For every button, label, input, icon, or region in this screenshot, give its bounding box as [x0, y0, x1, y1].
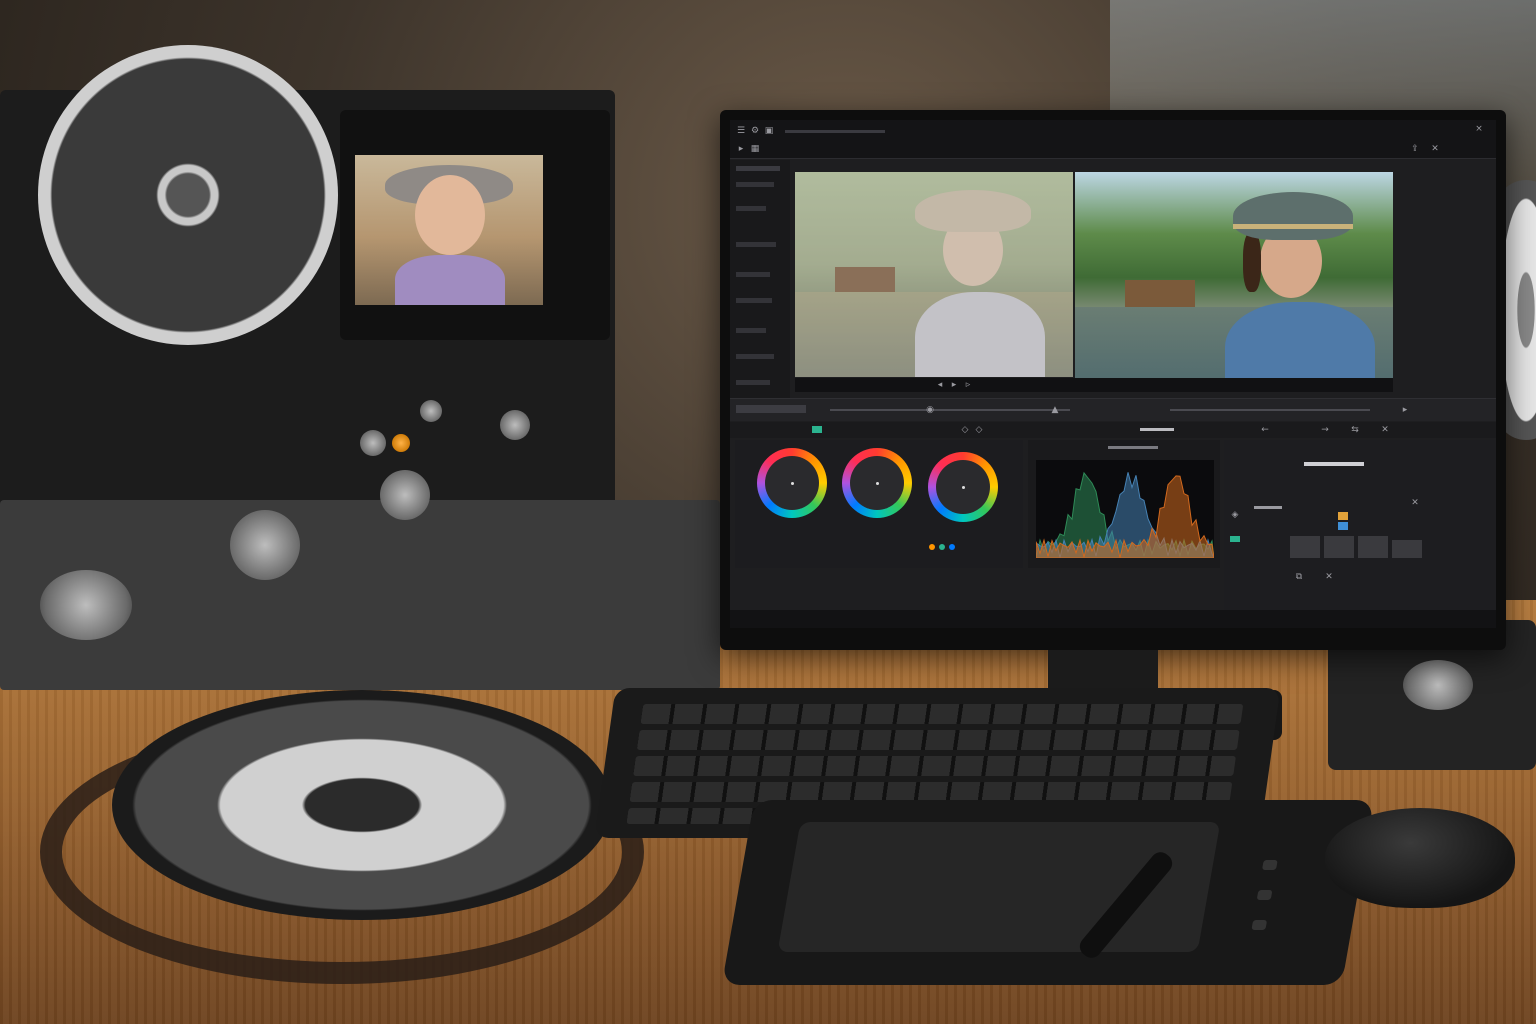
play-icon[interactable]: ▸ — [736, 144, 746, 154]
viewer-before[interactable] — [795, 172, 1073, 377]
swatch-orange[interactable] — [929, 544, 935, 550]
timeline-bar: ◉ ▲ ▸ — [730, 398, 1496, 421]
color-grading-app: ☰ ⚙ ▣ ▸ ▦ ⇪ ✕ × ◂ ▸ ▹ ◉ ▲ ▸ ◇ ◇ ← → ⇆ ✕ … — [730, 120, 1496, 628]
media-panel — [730, 160, 790, 400]
hat-band — [1233, 224, 1353, 229]
scopes-panel — [1028, 440, 1220, 568]
toggle-icon[interactable] — [1230, 536, 1240, 542]
inspector-panel: ✕ ◈ ⧉ ✕ — [1224, 440, 1496, 610]
viewer-transport: ◂ ▸ ▹ — [795, 378, 1393, 392]
key-row[interactable] — [633, 756, 1236, 776]
media-item[interactable] — [736, 206, 766, 211]
media-item[interactable] — [736, 242, 776, 247]
control-dial[interactable] — [1403, 660, 1473, 710]
scanner-amber-light — [392, 434, 410, 452]
media-item[interactable] — [736, 354, 774, 359]
inspector-label — [1254, 506, 1282, 509]
timeline-clip[interactable] — [736, 405, 806, 413]
share-icon[interactable]: ⇪ — [1410, 144, 1420, 154]
preset-slot[interactable] — [1392, 540, 1422, 558]
node-icon[interactable]: ◇ — [960, 425, 970, 435]
swatch-blue[interactable] — [949, 544, 955, 550]
scope-title — [1108, 446, 1158, 449]
tab-label[interactable] — [1140, 428, 1174, 431]
media-item[interactable] — [736, 182, 774, 187]
mouse[interactable] — [1325, 808, 1515, 908]
preset-slot[interactable] — [1324, 536, 1354, 558]
menu-icon[interactable]: ☰ — [736, 126, 746, 136]
tablet-button[interactable] — [1256, 890, 1273, 900]
zoom-icon[interactable]: ▸ — [1400, 405, 1410, 415]
media-item[interactable] — [736, 298, 772, 303]
grid-icon[interactable]: ▦ — [750, 144, 760, 154]
panel-tabs: ◇ ◇ ← → ⇆ ✕ — [730, 422, 1496, 438]
close-icon[interactable]: ✕ — [1410, 498, 1420, 508]
lift-wheel-puck[interactable] — [791, 482, 794, 485]
inspector-title — [1304, 462, 1364, 466]
settings-icon[interactable]: ⚙ — [750, 126, 760, 136]
color-wheels-panel — [735, 440, 1023, 568]
key-row[interactable] — [629, 782, 1233, 802]
preview-shirt — [395, 255, 505, 305]
arrow-right-icon[interactable]: → — [1320, 425, 1330, 435]
tab-active[interactable] — [812, 426, 822, 433]
scanner-preview-screen — [355, 155, 543, 305]
close-icon[interactable]: ✕ — [1430, 144, 1440, 154]
status-bar — [730, 610, 1496, 628]
scanner-roller — [380, 470, 430, 520]
media-item[interactable] — [736, 166, 780, 171]
timeline-scrubber[interactable] — [830, 409, 1070, 411]
window-close-icon[interactable]: × — [1474, 124, 1484, 134]
tablet-button[interactable] — [1261, 860, 1278, 870]
split-icon[interactable]: ⇆ — [1350, 425, 1360, 435]
viewer-after[interactable] — [1075, 172, 1393, 392]
film-reel-icon — [38, 45, 338, 345]
scanner-knob[interactable] — [500, 410, 530, 440]
background-hut — [1125, 280, 1195, 308]
person-hat — [1233, 192, 1353, 240]
preset-slot[interactable] — [1358, 536, 1388, 558]
scope-chart — [1036, 471, 1214, 558]
swatch-teal[interactable] — [939, 544, 945, 550]
gamma-wheel-puck[interactable] — [876, 482, 879, 485]
pen-tablet[interactable] — [721, 800, 1375, 985]
timeline-scrubber[interactable] — [1170, 409, 1370, 411]
key-row[interactable] — [640, 704, 1244, 724]
person-hair — [1243, 232, 1261, 292]
media-item[interactable] — [736, 380, 770, 385]
media-item[interactable] — [736, 328, 766, 333]
gain-wheel-puck[interactable] — [962, 486, 965, 489]
waveform-scope — [1036, 460, 1214, 558]
marker-icon[interactable]: ▲ — [1050, 405, 1060, 415]
layer-icon[interactable]: ◈ — [1230, 510, 1240, 520]
color-chip-icon[interactable] — [1338, 512, 1348, 520]
key-row[interactable] — [636, 730, 1240, 750]
preset-slot[interactable] — [1290, 536, 1320, 558]
arrow-left-icon[interactable]: ← — [1260, 425, 1270, 435]
media-item[interactable] — [736, 272, 770, 277]
progress-track — [785, 130, 885, 133]
scan-haze — [795, 172, 1073, 377]
compare-icon[interactable]: ⧉ — [1294, 572, 1304, 582]
scanner-knob[interactable] — [360, 430, 386, 456]
app-toolbar: ☰ ⚙ ▣ ▸ ▦ ⇪ ✕ × — [730, 120, 1496, 159]
prev-frame-icon[interactable]: ◂ — [935, 380, 945, 390]
film-reel-icon — [112, 690, 612, 920]
node-icon[interactable]: ◇ — [974, 425, 984, 435]
close-icon[interactable]: ✕ — [1380, 425, 1390, 435]
scanner-capstan — [230, 510, 300, 580]
folder-icon[interactable]: ▣ — [764, 126, 774, 136]
next-frame-icon[interactable]: ▹ — [963, 380, 973, 390]
tablet-button[interactable] — [1251, 920, 1268, 930]
play-icon[interactable]: ▸ — [949, 380, 959, 390]
split-icon[interactable]: ✕ — [1324, 572, 1334, 582]
scanner-knob[interactable] — [420, 400, 442, 422]
loop-icon[interactable]: ◉ — [925, 405, 935, 415]
preview-face — [415, 175, 485, 255]
scanner-spindle — [40, 570, 132, 640]
color-chip-icon[interactable] — [1338, 522, 1348, 530]
